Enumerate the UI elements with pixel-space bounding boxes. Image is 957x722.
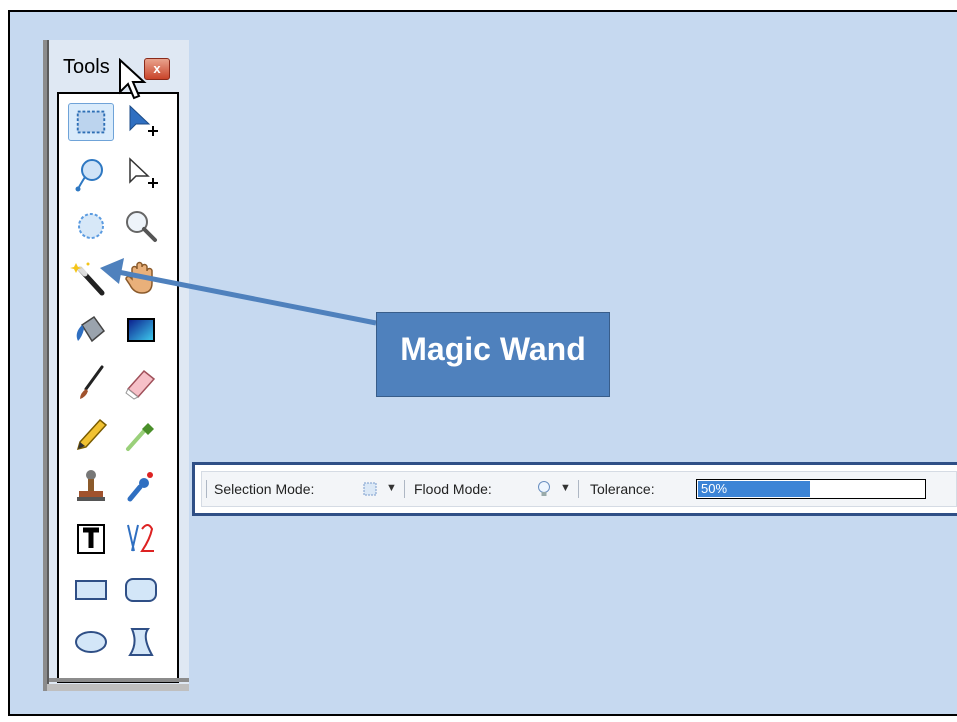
ellipse-tool[interactable] [68, 623, 114, 661]
eyedropper-icon [126, 423, 154, 451]
tolerance-slider[interactable]: 50% [696, 479, 926, 499]
lasso-select-tool[interactable] [68, 155, 114, 193]
move-selection-tool[interactable] [118, 155, 164, 193]
color-picker-tool[interactable] [118, 415, 164, 453]
selection-mode-dropdown-arrow[interactable]: ▼ [386, 482, 397, 494]
window-shadow [47, 40, 49, 691]
recolor-tool[interactable] [118, 467, 164, 505]
line-curve-tool[interactable] [118, 519, 164, 557]
tolerance-label: Tolerance: [590, 481, 655, 497]
selection-mode-button[interactable] [362, 481, 378, 497]
line-curve-icon [127, 524, 154, 552]
rounded-rectangle-tool[interactable] [118, 571, 164, 609]
callout-label: Magic Wand [400, 331, 586, 367]
lightbulb-icon [538, 481, 550, 496]
magic-wand-callout: Magic Wand [376, 312, 610, 397]
clone-stamp-tool[interactable] [68, 467, 114, 505]
toolbar-grip [206, 480, 207, 498]
close-icon: x [153, 61, 161, 76]
recolor-icon [127, 472, 153, 502]
flood-mode-label: Flood Mode: [414, 481, 492, 497]
stamp-icon [77, 470, 105, 501]
selection-mode-icon [363, 482, 377, 496]
move-selected-pixels-tool[interactable] [118, 103, 164, 141]
paint-bucket-tool[interactable] [68, 311, 114, 349]
pencil-tool[interactable] [68, 415, 114, 453]
rectangle-icon [75, 580, 107, 600]
window-bottom-edge [49, 678, 189, 682]
move-pixels-icon [129, 104, 158, 136]
zoom-icon [126, 211, 157, 242]
magic-wand-tool[interactable] [68, 259, 114, 297]
gradient-tool[interactable] [118, 311, 164, 349]
paint-bucket-icon [76, 315, 106, 343]
lasso-icon [75, 159, 103, 192]
mouse-cursor-icon [119, 58, 147, 100]
zoom-tool[interactable] [118, 207, 164, 245]
rectangle-select-tool[interactable] [68, 103, 114, 141]
tools-window: Tools x [43, 40, 189, 691]
ellipse-icon [75, 631, 107, 653]
paintbrush-tool[interactable] [68, 363, 114, 401]
selection-mode-label: Selection Mode: [214, 481, 315, 497]
toolbar-separator [578, 480, 579, 498]
pencil-icon [76, 418, 108, 451]
window-bottom-bar [47, 684, 189, 691]
eraser-tool[interactable] [118, 363, 164, 401]
move-selection-icon [129, 157, 158, 188]
rounded-rectangle-icon [125, 578, 157, 602]
paintbrush-icon [80, 365, 104, 399]
freeform-shape-tool[interactable] [118, 623, 164, 661]
magic-wand-icon [70, 262, 105, 296]
ellipse-select-icon [78, 213, 104, 239]
hand-icon [125, 261, 153, 294]
toolbar-strip: Selection Mode: ▼ Flood Mode: ▼ Toleranc… [201, 471, 957, 507]
rectangle-tool[interactable] [68, 571, 114, 609]
rect-select-icon [76, 110, 106, 134]
text-tool[interactable] [68, 519, 114, 557]
gradient-icon [127, 318, 155, 342]
text-icon [77, 524, 105, 554]
ellipse-select-tool[interactable] [68, 207, 114, 245]
freeform-shape-icon [128, 628, 154, 656]
eraser-icon [125, 369, 156, 400]
tolerance-value: 50% [701, 481, 728, 496]
tools-window-title: Tools [63, 56, 110, 78]
magic-wand-toolbar: Selection Mode: ▼ Flood Mode: ▼ Toleranc… [192, 462, 957, 516]
flood-mode-button[interactable] [536, 480, 552, 500]
pan-tool[interactable] [118, 259, 164, 297]
flood-mode-dropdown-arrow[interactable]: ▼ [560, 482, 571, 494]
toolbar-separator [404, 480, 405, 498]
tools-panel [57, 92, 179, 683]
